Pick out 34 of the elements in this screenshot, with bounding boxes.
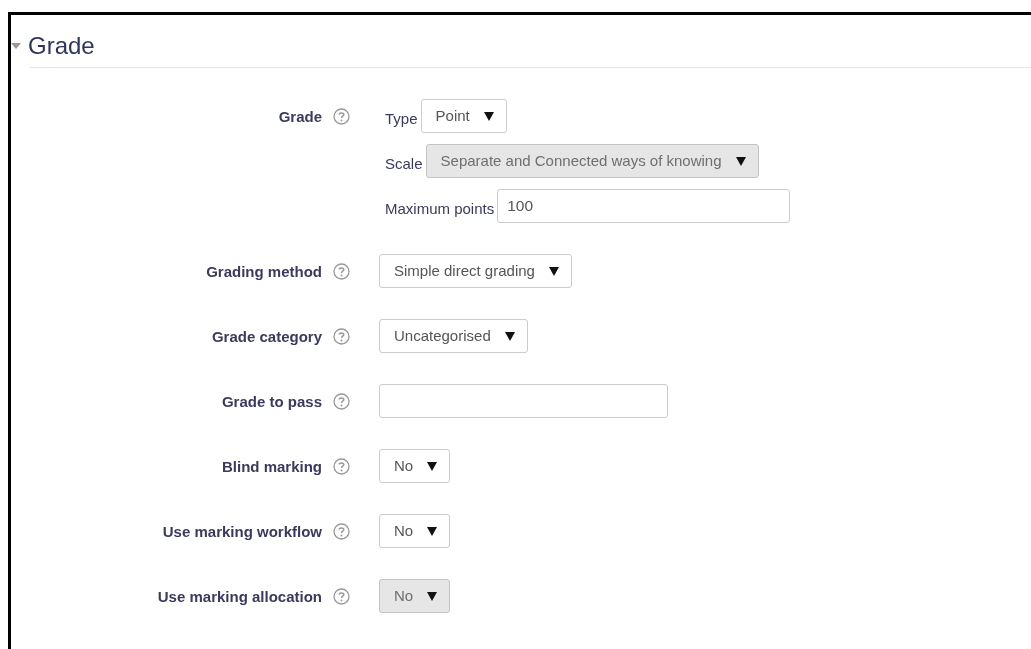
field-label: Use marking workflow — [161, 522, 322, 543]
dropdown[interactable]: No — [379, 449, 451, 484]
dropdown[interactable]: No — [379, 514, 451, 549]
field-label: Grade — [277, 107, 322, 128]
field-label: Grading method — [205, 262, 322, 283]
caret-icon — [427, 526, 438, 536]
field-label: Grade to pass — [220, 392, 322, 413]
dropdown: Separate and Connected ways of knowing — [425, 144, 759, 179]
caret-icon — [504, 331, 515, 341]
dropdown[interactable]: Uncategorised — [379, 319, 528, 354]
caret-icon — [427, 591, 438, 601]
help-icon[interactable] — [333, 328, 350, 346]
caret-icon — [427, 461, 438, 471]
section-title: Grade — [28, 33, 95, 60]
dropdown: No — [379, 579, 451, 614]
caret-icon — [735, 156, 746, 166]
text-field[interactable] — [379, 384, 668, 419]
field-label: Blind marking — [221, 457, 322, 478]
help-icon[interactable] — [333, 393, 350, 411]
caret-icon — [548, 266, 559, 276]
help-icon[interactable] — [333, 523, 350, 541]
help-icon[interactable] — [333, 588, 350, 606]
help-icon[interactable] — [333, 458, 350, 476]
caret-icon — [483, 111, 494, 121]
dropdown[interactable]: Point — [420, 99, 507, 134]
field-label: Type — [385, 109, 418, 130]
help-icon[interactable] — [333, 263, 350, 281]
field-label: Scale — [385, 154, 423, 175]
dropdown[interactable]: Simple direct grading — [379, 254, 572, 289]
field-label: Maximum points — [385, 199, 495, 220]
field-label: Use marking allocation — [156, 587, 322, 608]
field-label: Grade category — [210, 327, 322, 348]
text-field[interactable]: 100 — [497, 189, 791, 224]
help-icon[interactable] — [333, 108, 350, 126]
